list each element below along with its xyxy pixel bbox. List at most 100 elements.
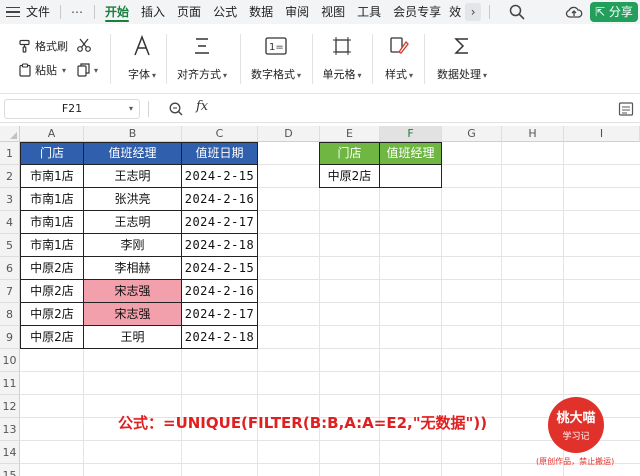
zoom-icon[interactable] (168, 101, 184, 117)
tab-data[interactable]: 数据 (243, 0, 279, 24)
cells-group-button[interactable]: 单元格 ▾ (320, 32, 364, 82)
cell-f1[interactable]: 值班经理 (380, 143, 441, 164)
cell-a2[interactable]: 市南1店 (21, 165, 83, 188)
tab-page[interactable]: 页面 (171, 0, 207, 24)
row-header-11[interactable]: 11 (0, 372, 20, 395)
hamburger-menu-icon[interactable] (6, 6, 20, 18)
tab-insert[interactable]: 插入 (135, 0, 171, 24)
cell-b1[interactable]: 值班经理 (84, 143, 181, 164)
row-header-3[interactable]: 3 (0, 188, 20, 211)
row-header-13[interactable]: 13 (0, 418, 20, 441)
cell-a9[interactable]: 中原2店 (21, 326, 83, 349)
table-border (83, 142, 84, 349)
menu-bar: 文件 ⋯ 开始 插入 页面 公式 数据 审阅 视图 工具 会员专享 效 › (0, 0, 640, 24)
column-header-a[interactable]: A (20, 126, 84, 142)
column-header-d[interactable]: D (258, 126, 320, 142)
column-header-e[interactable]: E (320, 126, 380, 142)
styles-group-button[interactable]: 样式 ▾ (382, 32, 416, 82)
tab-tools[interactable]: 工具 (351, 0, 387, 24)
copy-icon[interactable]: ▾ (76, 62, 98, 78)
cell-c5[interactable]: 2024-2-18 (182, 234, 257, 257)
row-header-5[interactable]: 5 (0, 234, 20, 257)
row-header-10[interactable]: 10 (0, 349, 20, 372)
tab-view[interactable]: 视图 (315, 0, 351, 24)
paste-button[interactable]: 粘贴 ▾ (18, 62, 66, 78)
row-header-1[interactable]: 1 (0, 142, 20, 165)
tab-member[interactable]: 会员专享 (387, 0, 447, 24)
cell-e1[interactable]: 门店 (320, 143, 379, 164)
cut-icon[interactable] (76, 37, 92, 56)
badge-title: 桃大喵 (556, 411, 596, 426)
cell-b2[interactable]: 王志明 (84, 165, 181, 188)
cell-a1[interactable]: 门店 (21, 143, 83, 164)
table-border (20, 325, 258, 326)
row-header-12[interactable]: 12 (0, 395, 20, 418)
menu-separator (489, 5, 491, 19)
formula-input[interactable] (218, 99, 608, 119)
name-box[interactable]: F21 ▾ (4, 99, 140, 119)
ribbon-separator (240, 34, 241, 84)
tab-home[interactable]: 开始 (99, 0, 135, 24)
tab-efficiency[interactable]: 效 (447, 0, 463, 24)
cell-c7[interactable]: 2024-2-16 (182, 280, 257, 303)
row-header-15[interactable]: 15 (0, 464, 20, 476)
expand-formula-icon[interactable] (618, 101, 634, 117)
column-header-h[interactable]: H (502, 126, 564, 142)
cell-e2[interactable]: 中原2店 (320, 165, 379, 188)
chevron-down-icon: ▾ (128, 104, 133, 113)
cell-c8[interactable]: 2024-2-17 (182, 303, 257, 326)
cell-c1[interactable]: 值班日期 (182, 143, 257, 164)
chevron-right-icon[interactable]: › (465, 3, 482, 21)
row-header-9[interactable]: 9 (0, 326, 20, 349)
formula-annotation: 公式：=UNIQUE(FILTER(B:B,A:A=E2,"无数据")) (118, 414, 488, 432)
cell-c6[interactable]: 2024-2-15 (182, 257, 257, 280)
cell-a4[interactable]: 市南1店 (21, 211, 83, 234)
cell-a8[interactable]: 中原2店 (21, 303, 83, 326)
search-icon[interactable] (508, 3, 526, 21)
row-header-14[interactable]: 14 (0, 441, 20, 464)
font-group-button[interactable]: 字体 ▾ (124, 32, 160, 82)
cell-b9[interactable]: 王明 (84, 326, 181, 349)
cell-b8[interactable]: 宋志强 (84, 303, 181, 326)
cloud-sync-icon[interactable] (565, 4, 583, 20)
number-format-icon: 1= (265, 32, 287, 60)
cell-b7[interactable]: 宋志强 (84, 280, 181, 303)
insert-function-button[interactable]: fx (196, 99, 208, 114)
cell-f2[interactable] (380, 165, 441, 188)
row-header-2[interactable]: 2 (0, 165, 20, 188)
column-header-b[interactable]: B (84, 126, 182, 142)
ribbon-separator (424, 34, 425, 84)
number-format-group-button[interactable]: 1= 数字格式 ▾ (250, 32, 302, 82)
column-header-f[interactable]: F (380, 126, 442, 142)
cell-a7[interactable]: 中原2店 (21, 280, 83, 303)
row-header-7[interactable]: 7 (0, 280, 20, 303)
cell-b6[interactable]: 李相赫 (84, 257, 181, 280)
cell-b5[interactable]: 李刚 (84, 234, 181, 257)
cell-reference: F21 (61, 102, 83, 115)
cell-c9[interactable]: 2024-2-18 (182, 326, 257, 349)
cell-b4[interactable]: 王志明 (84, 211, 181, 234)
menu-file[interactable]: 文件 (20, 0, 56, 24)
tab-formula[interactable]: 公式 (207, 0, 243, 24)
share-button[interactable]: ⇱ 分享 (590, 2, 638, 22)
cell-b3[interactable]: 张洪亮 (84, 188, 181, 211)
row-header-4[interactable]: 4 (0, 211, 20, 234)
tab-review[interactable]: 审阅 (279, 0, 315, 24)
cell-a5[interactable]: 市南1店 (21, 234, 83, 257)
cell-c3[interactable]: 2024-2-16 (182, 188, 257, 211)
row-header-8[interactable]: 8 (0, 303, 20, 326)
format-painter-button[interactable]: 格式刷 (18, 38, 68, 54)
column-header-g[interactable]: G (442, 126, 502, 142)
cell-a3[interactable]: 市南1店 (21, 188, 83, 211)
column-header-i[interactable]: I (564, 126, 640, 142)
cell-c4[interactable]: 2024-2-17 (182, 211, 257, 234)
column-header-c[interactable]: C (182, 126, 258, 142)
cell-a6[interactable]: 中原2店 (21, 257, 83, 280)
row-header-6[interactable]: 6 (0, 257, 20, 280)
select-all-corner[interactable] (0, 126, 20, 142)
cell-c2[interactable]: 2024-2-15 (182, 165, 257, 188)
data-processing-group-button[interactable]: 数据处理 ▾ (436, 32, 488, 82)
menu-separator (60, 5, 62, 19)
alignment-group-button[interactable]: 对齐方式 ▾ (174, 32, 230, 82)
more-icon[interactable]: ⋯ (65, 5, 90, 19)
